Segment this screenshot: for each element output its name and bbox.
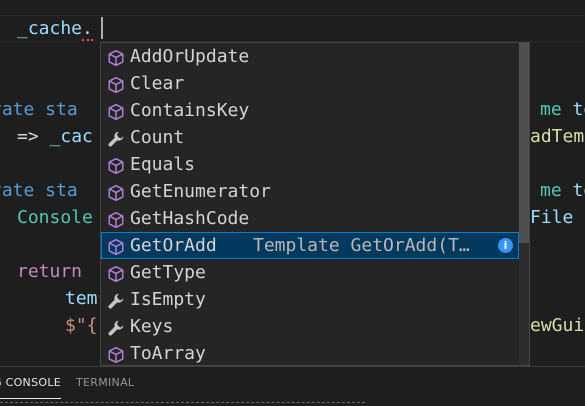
suggestion-label: Count — [130, 127, 185, 148]
tab-debug-console[interactable]: G CONSOLE — [0, 376, 62, 399]
code-line-8[interactable]: $"{ — [65, 312, 98, 339]
suggestion-scrollbar-thumb[interactable] — [519, 43, 529, 243]
suggestion-detail: Template GetOrAdd(T… — [253, 235, 470, 256]
suggestion-item-addorupdate[interactable]: AddOrUpdate — [101, 43, 519, 70]
suggestion-item-containskey[interactable]: ContainsKey — [101, 97, 519, 124]
code-token: _cac — [49, 126, 93, 147]
suggestion-label: GetType — [130, 262, 206, 283]
code-token: me — [540, 99, 573, 120]
method-cube-icon — [107, 210, 125, 229]
suggestion-item-count[interactable]: Count — [101, 124, 519, 151]
suggestion-item-clear[interactable]: Clear — [101, 70, 519, 97]
suggestion-label: ToArray — [130, 343, 206, 364]
bottom-panel-tabs: G CONSOLE TERMINAL — [0, 366, 585, 406]
suggestion-item-keys[interactable]: Keys — [101, 313, 519, 340]
text-cursor — [101, 17, 103, 39]
method-cube-icon — [107, 345, 125, 364]
code-line-4[interactable]: vate sta — [0, 177, 78, 204]
code-token: te — [572, 99, 585, 120]
wrench-icon — [107, 291, 125, 309]
info-icon[interactable]: i — [498, 238, 513, 253]
code-line-1[interactable]: _cache. — [17, 15, 93, 42]
code-fragment-right-2: adTem — [530, 123, 584, 150]
code-token: . — [82, 18, 93, 41]
code-line-6[interactable]: return — [17, 258, 82, 285]
suggestion-label: GetHashCode — [130, 208, 250, 229]
code-token: ewGuid — [530, 315, 585, 336]
code-line-7[interactable]: tem — [65, 285, 98, 312]
panel-divider — [0, 402, 365, 403]
suggestion-label: AddOrUpdate — [130, 46, 250, 67]
suggestion-item-equals[interactable]: Equals — [101, 151, 519, 178]
code-token: adTem — [530, 126, 585, 147]
code-token: _cache — [17, 18, 83, 39]
code-token: vate sta — [0, 180, 78, 201]
suggestion-item-getoradd[interactable]: GetOrAdd Template GetOrAdd(T… i — [101, 232, 519, 259]
suggestion-item-isempty[interactable]: IsEmpty — [101, 286, 519, 313]
code-fragment-right-4: File + — [530, 204, 585, 231]
wrench-icon — [107, 129, 125, 147]
suggestion-item-gethashcode[interactable]: GetHashCode — [101, 205, 519, 232]
method-cube-icon — [107, 102, 125, 121]
suggestion-label: GetOrAdd — [130, 235, 217, 256]
code-line-3[interactable]: => _cac — [17, 123, 93, 150]
code-fragment-right-3: me te — [540, 177, 585, 204]
suggestion-label: Equals — [130, 154, 196, 175]
code-token: me — [540, 180, 573, 201]
tab-terminal[interactable]: TERMINAL — [76, 376, 134, 389]
code-editor[interactable]: _cache. vate sta => _cac vate sta Consol… — [0, 0, 585, 366]
suggestion-item-gettype[interactable]: GetType — [101, 259, 519, 286]
method-cube-icon — [107, 237, 125, 256]
method-cube-icon — [107, 264, 125, 283]
code-token: => — [17, 126, 50, 147]
suggestion-item-getenumerator[interactable]: GetEnumerator — [101, 178, 519, 205]
code-token: Console — [17, 207, 93, 228]
code-token: $"{ — [65, 315, 98, 336]
suggestion-item-toarray[interactable]: ToArray — [101, 340, 519, 365]
code-token: vate sta — [0, 99, 78, 120]
suggestion-label: IsEmpty — [130, 289, 206, 310]
code-token: File — [530, 207, 585, 228]
code-token: return — [17, 261, 83, 282]
code-line-2[interactable]: vate sta — [0, 96, 78, 123]
method-cube-icon — [107, 48, 125, 67]
method-cube-icon — [107, 75, 125, 94]
method-cube-icon — [107, 156, 125, 175]
suggestion-label: Keys — [130, 316, 174, 337]
method-cube-icon — [107, 183, 125, 202]
code-line-5[interactable]: Console — [17, 204, 93, 231]
code-fragment-right-5: ewGuid — [530, 312, 585, 339]
suggestion-label: ContainsKey — [130, 100, 250, 121]
wrench-icon — [107, 318, 125, 336]
code-token: tem — [65, 288, 98, 309]
autocomplete-suggestion-list[interactable]: AddOrUpdate Clear ContainsKey Count Equals Ge… — [100, 42, 530, 366]
code-token: te — [572, 180, 585, 201]
suggestion-label: Clear — [130, 73, 185, 94]
code-fragment-right-1: me te — [540, 96, 585, 123]
suggestion-scrollbar[interactable] — [519, 43, 529, 365]
suggestion-label: GetEnumerator — [130, 181, 271, 202]
